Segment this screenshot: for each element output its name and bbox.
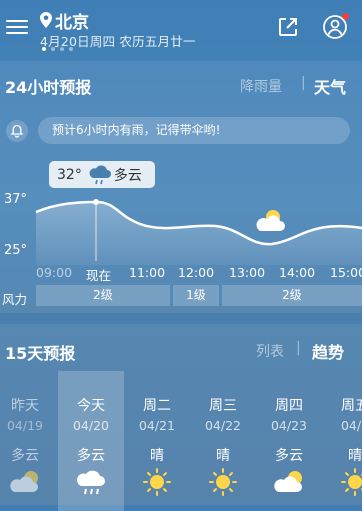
- tab-weather[interactable]: 天气: [314, 74, 346, 98]
- header: 北京 4月20日周四 农历五月廿一: [0, 0, 362, 60]
- day-column-today[interactable]: 今天 04/20 多云: [58, 371, 124, 511]
- day-date: 04/2: [340, 418, 362, 433]
- hour-label: 11:00: [129, 265, 166, 280]
- page-dot: [69, 47, 73, 51]
- page-indicator: [42, 47, 73, 51]
- day-column[interactable]: 周五 04/2 晴: [322, 371, 362, 511]
- menu-icon-line: [6, 32, 28, 34]
- day-name: 周五: [341, 398, 362, 414]
- cloud-rain-icon: [77, 470, 105, 495]
- tab-separator: |: [296, 340, 301, 356]
- day-column[interactable]: 周三 04/22 晴: [190, 371, 256, 511]
- day-name: 周四: [275, 398, 303, 414]
- temperature-area: [36, 202, 362, 265]
- user-icon[interactable]: [322, 12, 350, 40]
- hour-label-now: 现在: [86, 268, 112, 283]
- page-dot-active: [42, 47, 46, 51]
- wind-segment: 1级: [173, 285, 219, 306]
- day-condition: 多云: [77, 448, 105, 464]
- partly-cloudy-icon: [274, 471, 302, 492]
- tab-separator: |: [301, 75, 306, 91]
- menu-icon-line: [6, 26, 28, 28]
- share-icon[interactable]: [276, 15, 300, 39]
- rain-notice[interactable]: 预计6小时内有雨，记得带伞哟!: [38, 117, 350, 144]
- day-name: 周二: [143, 398, 171, 414]
- day-condition: 晴: [216, 448, 230, 464]
- daily-forecast-title: 15天预报: [5, 344, 76, 363]
- day-condition: 晴: [348, 448, 362, 464]
- day-date: 04/21: [138, 418, 176, 433]
- partly-cloudy-icon: [10, 471, 38, 492]
- sun-icon: [143, 468, 171, 496]
- sun-icon: [341, 468, 362, 496]
- tooltip-temperature: 32°: [57, 166, 82, 183]
- y-axis-high: 37°: [4, 192, 28, 207]
- hour-label: 13:00: [229, 265, 266, 280]
- hour-label: 09:00: [36, 265, 73, 280]
- menu-button[interactable]: [6, 16, 28, 38]
- day-date: 04/23: [270, 418, 308, 433]
- tab-trend[interactable]: 趋势: [312, 339, 344, 363]
- hour-label: 14:00: [279, 265, 316, 280]
- day-column-yesterday[interactable]: 昨天 04/19 多云: [0, 371, 58, 511]
- day-condition: 晴: [150, 448, 164, 464]
- location-pin-icon: [40, 12, 52, 28]
- day-condition: 多云: [275, 448, 303, 464]
- partly-cloudy-icon: [256, 210, 285, 231]
- daily-list: 昨天 04/19 多云 今天 04/20 多云 周二 04/21 晴 周三 04…: [0, 371, 362, 511]
- day-column[interactable]: 周四 04/23 多云: [256, 371, 322, 511]
- day-date: 04/20: [72, 418, 110, 433]
- city-name[interactable]: 北京: [55, 8, 89, 33]
- hour-label: 15:00: [330, 265, 362, 280]
- page-dot: [51, 47, 55, 51]
- bell-icon-glyph: [10, 124, 24, 138]
- hourly-forecast-title: 24小时预报: [5, 78, 92, 97]
- day-column[interactable]: 周二 04/21 晴: [124, 371, 190, 511]
- tab-rainfall[interactable]: 降雨量: [240, 76, 282, 96]
- day-name: 周三: [209, 398, 237, 414]
- bell-icon[interactable]: [6, 120, 28, 142]
- hour-label: 12:00: [178, 265, 215, 280]
- cloud-rain-icon: [89, 165, 111, 184]
- day-name: 今天: [77, 398, 105, 414]
- wind-segment: 2级: [36, 285, 170, 306]
- now-marker-dot: [93, 199, 99, 205]
- tab-list[interactable]: 列表: [256, 341, 284, 361]
- day-date: 04/22: [204, 418, 242, 433]
- day-name: 昨天: [11, 398, 39, 414]
- day-date: 04/19: [6, 418, 44, 433]
- day-condition: 多云: [11, 448, 39, 464]
- menu-icon: [6, 20, 28, 22]
- current-temp-tooltip: 32° 多云: [49, 161, 155, 188]
- y-axis-low: 25°: [4, 243, 28, 258]
- tooltip-condition: 多云: [113, 167, 142, 184]
- wind-label: 风力: [2, 292, 28, 307]
- page-dot: [60, 47, 64, 51]
- sun-icon: [209, 468, 237, 496]
- wind-segment: 2级: [222, 285, 362, 306]
